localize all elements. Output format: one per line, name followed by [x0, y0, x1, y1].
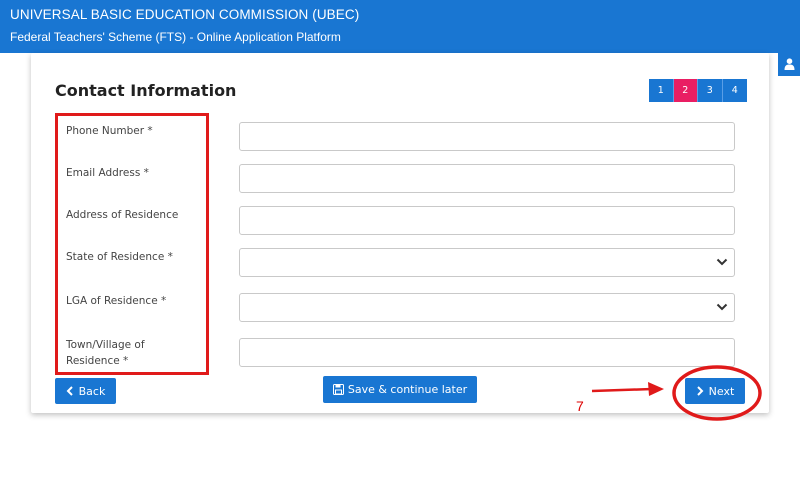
chevron-right-icon	[696, 386, 704, 396]
chevron-down-icon	[716, 303, 728, 311]
header-title: UNIVERSAL BASIC EDUCATION COMMISSION (UB…	[10, 7, 360, 22]
save-button-label: Save & continue later	[347, 383, 468, 396]
lga-of-residence-select[interactable]	[239, 293, 735, 322]
app-header: UNIVERSAL BASIC EDUCATION COMMISSION (UB…	[0, 0, 800, 53]
state-of-residence-select[interactable]	[239, 248, 735, 277]
back-button-label: Back	[78, 384, 106, 398]
step-1[interactable]: 1	[649, 79, 674, 102]
step-2-active[interactable]: 2	[673, 79, 698, 102]
town-village-input[interactable]	[239, 338, 735, 367]
user-icon	[784, 58, 794, 70]
step-indicator: 1 2 3 4	[649, 79, 747, 102]
step-3[interactable]: 3	[698, 79, 723, 102]
chevron-left-icon	[66, 386, 73, 396]
next-button-label: Next	[708, 384, 735, 398]
phone-number-input[interactable]	[239, 122, 735, 151]
header-subtitle: Federal Teachers' Scheme (FTS) - Online …	[10, 30, 341, 44]
chevron-down-icon	[716, 258, 728, 266]
contact-form-card: Contact Information 1 2 3 4 Phone Number…	[31, 53, 769, 413]
save-continue-later-button[interactable]: Save & continue later	[323, 376, 477, 403]
user-menu-button[interactable]	[778, 52, 800, 76]
step-4[interactable]: 4	[722, 79, 747, 102]
annotation-highlight-box	[55, 113, 209, 375]
save-icon	[332, 384, 344, 395]
next-button[interactable]: Next	[685, 378, 745, 404]
annotation-step-number: 7	[576, 398, 584, 414]
form-title: Contact Information	[55, 81, 237, 100]
email-address-input[interactable]	[239, 164, 735, 193]
back-button[interactable]: Back	[55, 378, 116, 404]
address-of-residence-input[interactable]	[239, 206, 735, 235]
